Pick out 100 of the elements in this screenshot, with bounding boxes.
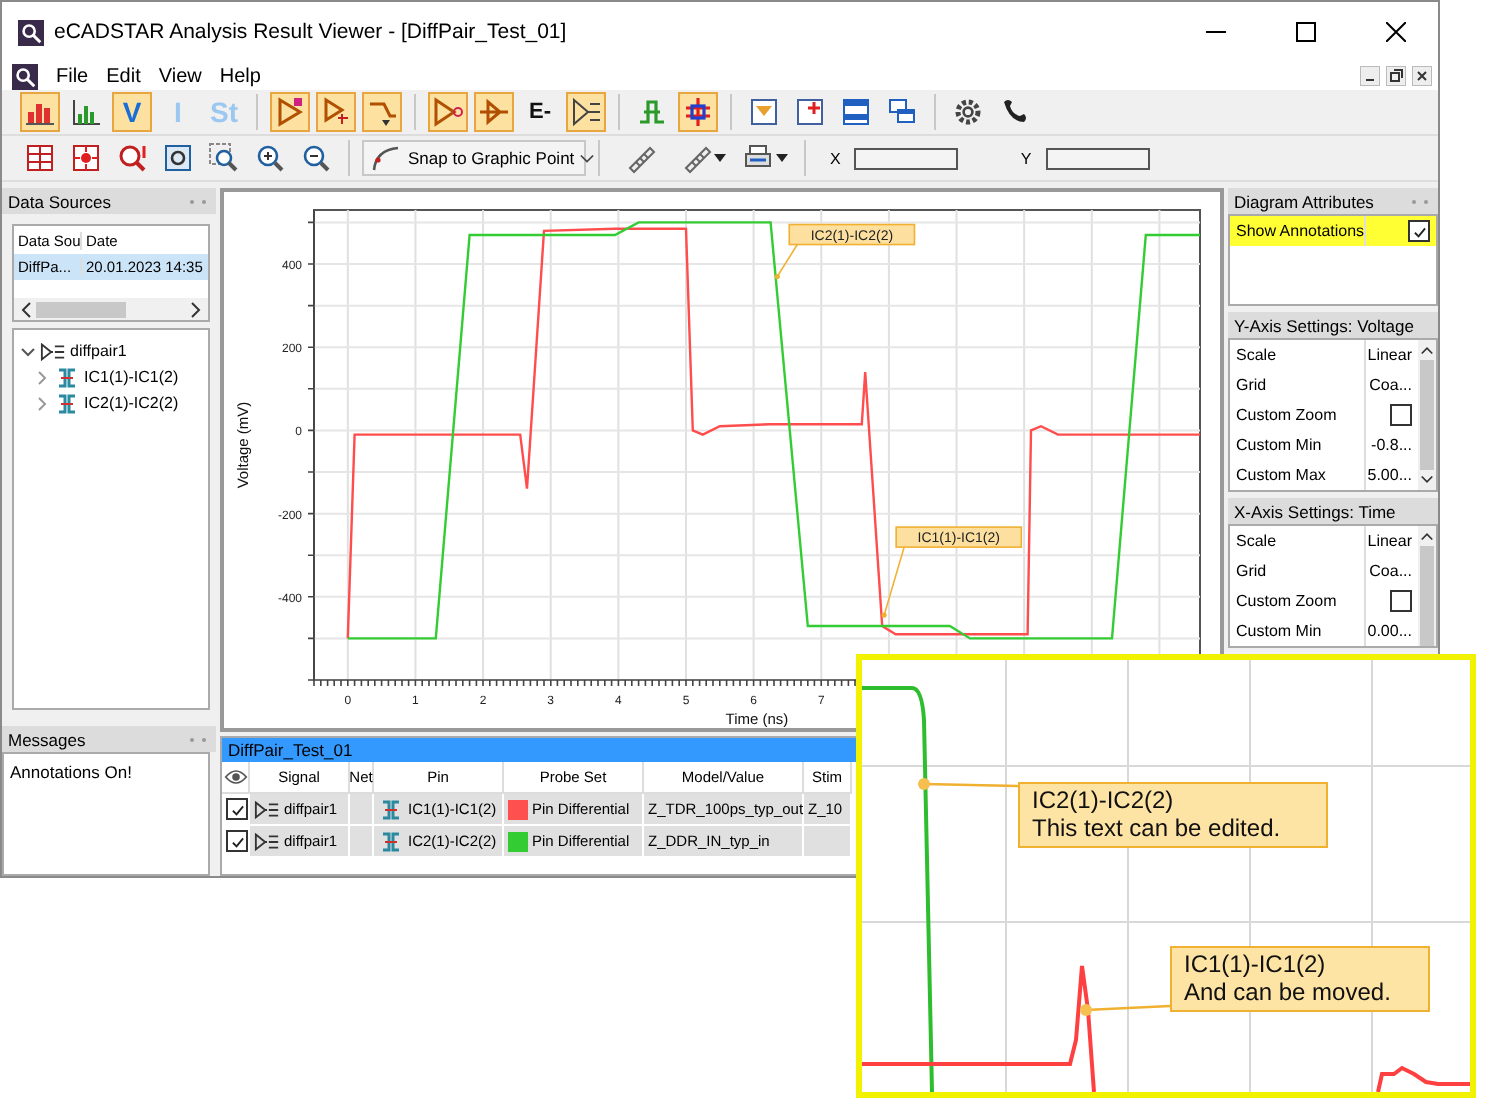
checkbox[interactable] bbox=[226, 830, 248, 852]
leader-line bbox=[774, 243, 799, 280]
leader-line bbox=[918, 778, 1019, 790]
zoom-box-icon bbox=[208, 142, 240, 174]
vertical-scrollbar[interactable] bbox=[1418, 340, 1436, 490]
menu-item[interactable]: Edit bbox=[106, 65, 141, 87]
menu-item[interactable]: Help bbox=[219, 65, 261, 87]
grip-icon[interactable] bbox=[1410, 197, 1430, 205]
property-value[interactable]: Coa... bbox=[1369, 562, 1412, 580]
pin-pair-icon bbox=[378, 799, 404, 819]
restore-icon[interactable] bbox=[1386, 66, 1406, 86]
diff-pair-icon bbox=[254, 799, 280, 819]
y-input-field[interactable] bbox=[1045, 147, 1150, 169]
toolbar-button[interactable]: V bbox=[112, 92, 152, 132]
property-value[interactable]: 0.00... bbox=[1367, 622, 1412, 640]
checkbox[interactable] bbox=[1408, 220, 1430, 242]
phone-icon bbox=[998, 96, 1030, 128]
menu-item[interactable]: File bbox=[56, 65, 89, 87]
message-text: Annotations On! bbox=[10, 762, 134, 782]
annotation-note[interactable]: IC2(1)-IC2(2) This text can be edited. bbox=[1018, 782, 1328, 848]
y-label: Y bbox=[1020, 149, 1032, 167]
pin-pair-icon bbox=[378, 831, 404, 851]
histogram-icon bbox=[70, 96, 102, 128]
close-icon[interactable] bbox=[1412, 66, 1432, 86]
pin-pair-icon bbox=[54, 367, 80, 387]
leader-line bbox=[881, 546, 905, 618]
property-label: Scale bbox=[1234, 346, 1279, 364]
grip-icon[interactable] bbox=[188, 197, 208, 205]
window-plus-icon bbox=[794, 96, 826, 128]
scroll-up-icon[interactable] bbox=[1420, 344, 1434, 356]
property-label: Grid bbox=[1234, 562, 1269, 580]
tree-item[interactable]: IC1(1)-IC1(2) bbox=[84, 368, 179, 386]
note-text: And can be moved. bbox=[1184, 978, 1393, 1006]
property-label: Custom Zoom bbox=[1234, 592, 1339, 610]
color-swatch[interactable] bbox=[508, 799, 528, 819]
scroll-right-icon[interactable] bbox=[190, 301, 202, 317]
grip-icon[interactable] bbox=[188, 735, 208, 743]
caret-icon bbox=[713, 154, 725, 162]
minimize-icon[interactable] bbox=[1360, 66, 1380, 86]
property-row[interactable]: Show Annotations bbox=[1230, 216, 1436, 246]
triangle-probe-icon bbox=[274, 96, 306, 128]
expander-icon[interactable] bbox=[20, 343, 36, 359]
property-label: Custom Min bbox=[1234, 622, 1324, 640]
tree-item[interactable]: diffpair1 bbox=[70, 342, 127, 360]
app-logo-icon[interactable] bbox=[12, 63, 38, 89]
circuit-icon bbox=[636, 96, 668, 128]
property-label: Show Annotations bbox=[1234, 222, 1364, 240]
ruler-icon bbox=[624, 142, 656, 174]
checkbox[interactable] bbox=[1390, 590, 1412, 612]
diff-pair-icon bbox=[40, 341, 66, 361]
property-value[interactable]: Linear bbox=[1367, 532, 1412, 550]
panel-title: Y-Axis Settings: Voltage bbox=[1234, 315, 1414, 335]
grid-icon bbox=[24, 142, 56, 174]
note-title: IC2(1)-IC2(2) bbox=[1032, 786, 1176, 814]
menu-item[interactable]: View bbox=[158, 65, 202, 87]
zoom-out-icon bbox=[300, 142, 332, 174]
tree-item[interactable]: IC2(1)-IC2(2) bbox=[84, 394, 179, 412]
property-label: Custom Max bbox=[1234, 466, 1328, 484]
panel-title: Diagram Attributes bbox=[1234, 191, 1374, 211]
window-title: eCADSTAR Analysis Result Viewer - [DiffPair_Test_01] bbox=[54, 20, 567, 44]
ruler-icon bbox=[679, 142, 711, 174]
curve-icon bbox=[370, 142, 402, 174]
vertical-scrollbar[interactable] bbox=[1418, 526, 1436, 646]
x-label: X bbox=[830, 149, 841, 167]
caret-icon bbox=[775, 154, 787, 162]
panel-title: Data Sources bbox=[8, 191, 111, 211]
property-value[interactable]: Linear bbox=[1367, 346, 1412, 364]
cascade-windows-icon bbox=[886, 96, 918, 128]
checkbox[interactable] bbox=[226, 798, 248, 820]
leader-line bbox=[1080, 1004, 1171, 1016]
chevron-down-icon bbox=[580, 153, 595, 163]
color-swatch[interactable] bbox=[508, 831, 528, 851]
maximize-icon[interactable] bbox=[1296, 22, 1316, 42]
close-icon[interactable] bbox=[1386, 22, 1406, 42]
toolbar-button[interactable]: E- bbox=[520, 92, 560, 132]
crossed-box-icon bbox=[682, 96, 714, 128]
checkbox[interactable] bbox=[1390, 404, 1412, 426]
diff-pair-icon bbox=[254, 831, 280, 851]
annotation-note[interactable]: IC1(1)-IC1(2) And can be moved. bbox=[1170, 946, 1430, 1012]
triangle-circle-icon bbox=[432, 96, 464, 128]
property-value[interactable]: 5.00... bbox=[1367, 466, 1412, 484]
window-marker-icon bbox=[748, 96, 780, 128]
property-label: Custom Zoom bbox=[1234, 406, 1339, 424]
panel-title: Messages bbox=[8, 729, 86, 749]
x-input-field[interactable] bbox=[854, 147, 959, 169]
property-value[interactable]: Coa... bbox=[1369, 376, 1412, 394]
horizontal-scrollbar[interactable] bbox=[14, 298, 208, 320]
panel-title: X-Axis Settings: Time bbox=[1234, 501, 1396, 521]
triangle-line-icon bbox=[478, 96, 510, 128]
scroll-left-icon[interactable] bbox=[20, 301, 32, 317]
fit-view-icon bbox=[162, 142, 194, 174]
toolbar-button[interactable] bbox=[678, 92, 718, 132]
pin-pair-icon bbox=[54, 393, 80, 413]
toolbar-button[interactable] bbox=[566, 92, 606, 132]
note-title: IC1(1)-IC1(2) bbox=[1184, 950, 1328, 978]
scroll-down-icon[interactable] bbox=[1420, 474, 1434, 486]
scroll-up-icon[interactable] bbox=[1420, 530, 1434, 542]
split-window-icon bbox=[840, 96, 872, 128]
note-text: This text can be edited. bbox=[1032, 814, 1283, 842]
property-value[interactable]: -0.8... bbox=[1371, 436, 1412, 454]
